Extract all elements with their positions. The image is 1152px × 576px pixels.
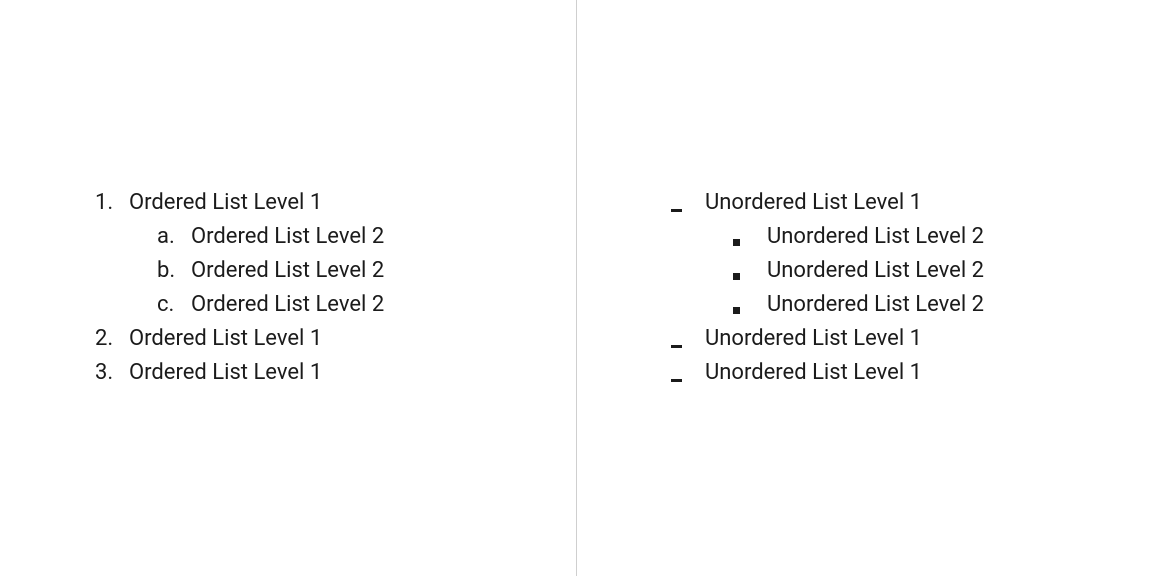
square-bullet-icon bbox=[733, 265, 767, 287]
vertical-divider bbox=[576, 0, 577, 576]
list-item-label: Ordered List Level 1 bbox=[129, 186, 322, 220]
list-item-label: Ordered List Level 1 bbox=[129, 322, 322, 356]
list-item: b. Ordered List Level 2 bbox=[95, 254, 384, 288]
list-marker: a. bbox=[157, 220, 191, 254]
list-item: Unordered List Level 1 bbox=[671, 186, 984, 220]
list-marker: b. bbox=[157, 254, 191, 288]
dash-bullet-icon bbox=[671, 336, 705, 358]
list-item: Unordered List Level 2 bbox=[671, 220, 984, 254]
list-item-label: Ordered List Level 2 bbox=[191, 288, 384, 322]
list-marker: 1. bbox=[95, 186, 129, 220]
list-item: Unordered List Level 1 bbox=[671, 322, 984, 356]
list-marker: c. bbox=[157, 288, 191, 322]
list-item-label: Ordered List Level 1 bbox=[129, 356, 322, 390]
unordered-list: Unordered List Level 1 Unordered List Le… bbox=[576, 186, 984, 391]
ordered-list-panel: 1. Ordered List Level 1 a. Ordered List … bbox=[0, 0, 576, 576]
list-marker: 3. bbox=[95, 356, 129, 390]
list-item: 2. Ordered List Level 1 bbox=[95, 322, 384, 356]
list-item-label: Unordered List Level 2 bbox=[767, 254, 984, 288]
list-item: 3. Ordered List Level 1 bbox=[95, 356, 384, 390]
square-bullet-icon bbox=[733, 231, 767, 253]
list-item: a. Ordered List Level 2 bbox=[95, 220, 384, 254]
list-item: c. Ordered List Level 2 bbox=[95, 288, 384, 322]
list-item: Unordered List Level 2 bbox=[671, 254, 984, 288]
canvas: 1. Ordered List Level 1 a. Ordered List … bbox=[0, 0, 1152, 576]
unordered-list-panel: Unordered List Level 1 Unordered List Le… bbox=[576, 0, 1152, 576]
list-item: Unordered List Level 2 bbox=[671, 288, 984, 322]
list-item-label: Ordered List Level 2 bbox=[191, 220, 384, 254]
ordered-list: 1. Ordered List Level 1 a. Ordered List … bbox=[0, 186, 384, 391]
square-bullet-icon bbox=[733, 300, 767, 322]
list-item-label: Unordered List Level 1 bbox=[705, 322, 922, 356]
list-item-label: Unordered List Level 1 bbox=[705, 186, 922, 220]
list-item-label: Unordered List Level 1 bbox=[705, 356, 922, 390]
dash-bullet-icon bbox=[671, 370, 705, 392]
list-item-label: Ordered List Level 2 bbox=[191, 254, 384, 288]
list-item: Unordered List Level 1 bbox=[671, 356, 984, 390]
dash-bullet-icon bbox=[671, 199, 705, 221]
list-marker: 2. bbox=[95, 322, 129, 356]
list-item: 1. Ordered List Level 1 bbox=[95, 186, 384, 220]
list-item-label: Unordered List Level 2 bbox=[767, 220, 984, 254]
list-item-label: Unordered List Level 2 bbox=[767, 288, 984, 322]
